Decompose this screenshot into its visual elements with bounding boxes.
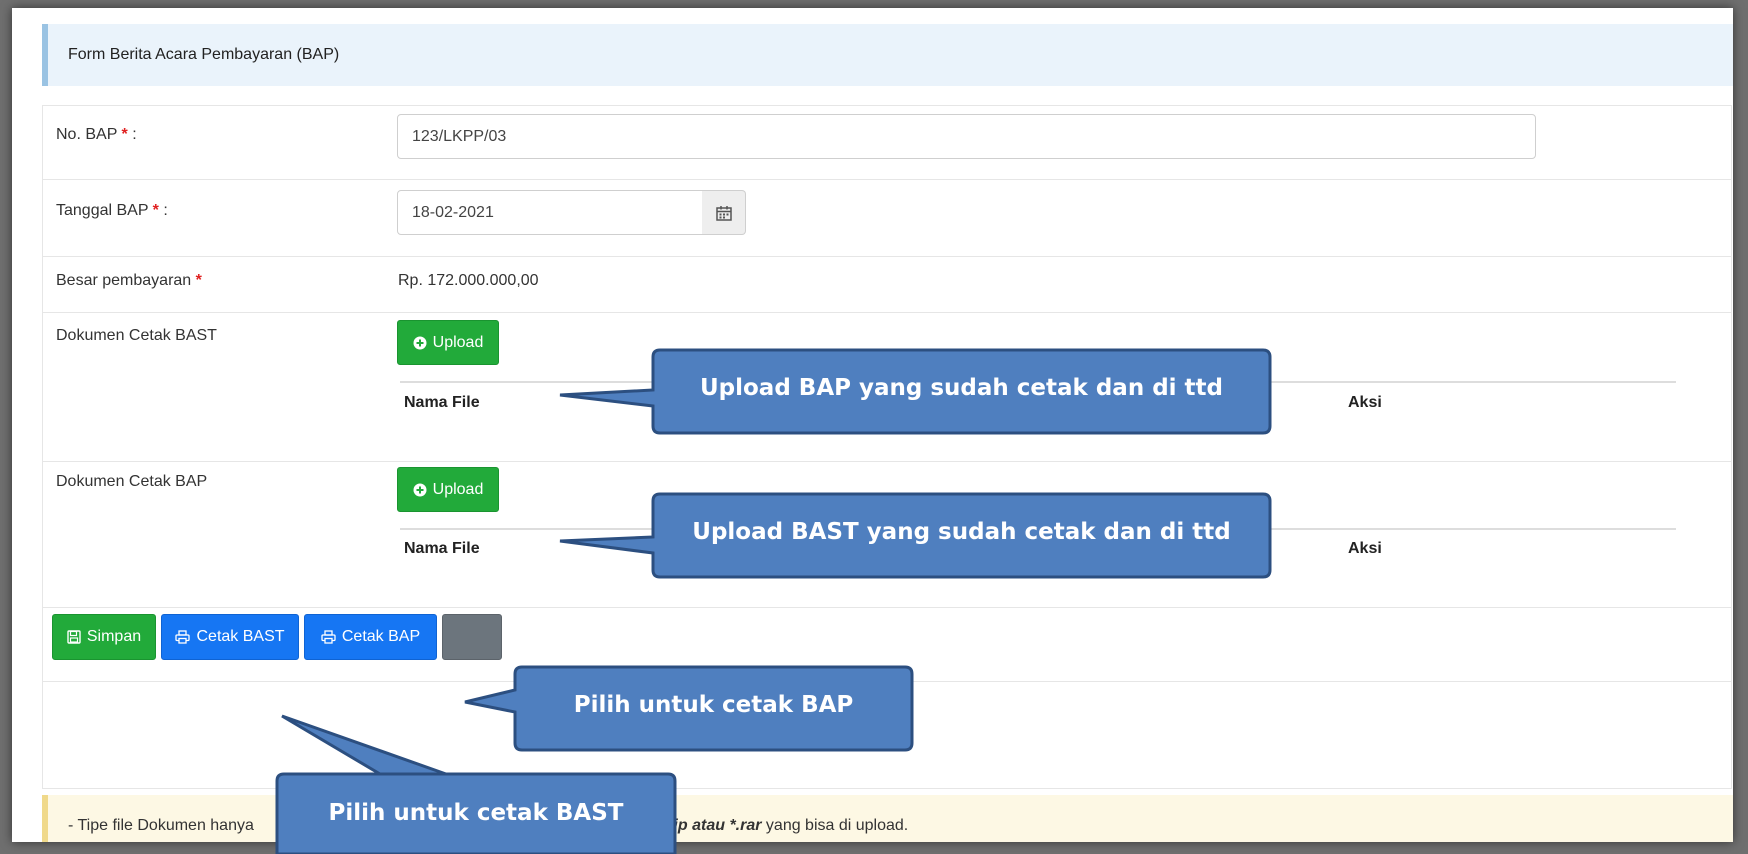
dokumen-bap-label: Dokumen Cetak BAP xyxy=(56,473,208,490)
callout-upload-bap-text: Upload BAP yang sudah cetak dan di ttd xyxy=(699,375,1224,401)
row-divider xyxy=(43,256,1731,257)
bast-col-nama-file: Nama File xyxy=(404,394,480,411)
dokumen-bast-label: Dokumen Cetak BAST xyxy=(56,327,217,344)
row-divider xyxy=(43,461,1731,462)
row-divider xyxy=(43,312,1731,313)
callout-upload-bast-text: Upload BAST yang sudah cetak dan di ttd xyxy=(692,519,1231,545)
floppy-disk-icon xyxy=(67,630,81,644)
plus-circle-icon xyxy=(413,483,427,496)
form-table xyxy=(42,105,1732,789)
besar-pembayaran-label: Besar pembayaran * xyxy=(56,272,202,289)
upload-bap-button[interactable]: Upload xyxy=(397,467,499,512)
row-divider xyxy=(43,681,1731,682)
cetak-bap-button[interactable]: Cetak BAP xyxy=(304,614,437,660)
callout-cetak-bast-text: Pilih untuk cetak BAST xyxy=(328,800,624,826)
notice-suffix: yang bisa di upload. xyxy=(761,817,909,834)
bast-col-aksi: Aksi xyxy=(1348,394,1382,411)
row-divider xyxy=(43,179,1731,180)
tanggal-bap-input[interactable]: 18-02-2021 xyxy=(397,190,703,235)
simpan-button[interactable]: Simpan xyxy=(52,614,156,660)
bap-col-nama-file: Nama File xyxy=(404,540,480,557)
no-bap-input[interactable]: 123/LKPP/03 xyxy=(397,114,1536,159)
callout-cetak-bap-text: Pilih untuk cetak BAP xyxy=(573,692,854,718)
printer-icon xyxy=(321,630,336,644)
required-mark: * xyxy=(195,272,202,289)
cetak-bast-button[interactable]: Cetak BAST xyxy=(161,614,299,660)
calendar-icon xyxy=(715,205,732,221)
form-title: Form Berita Acara Pembayaran (BAP) xyxy=(68,46,340,63)
calendar-button[interactable] xyxy=(702,190,746,235)
bap-col-aksi: Aksi xyxy=(1348,540,1382,557)
besar-pembayaran-value: Rp. 172.000.000,00 xyxy=(398,272,539,289)
no-bap-label: No. BAP * : xyxy=(56,126,137,143)
plus-circle-icon xyxy=(413,336,427,349)
row-divider xyxy=(43,607,1731,608)
secondary-button[interactable] xyxy=(442,614,502,660)
tanggal-bap-label: Tanggal BAP * : xyxy=(56,202,168,219)
upload-bast-button[interactable]: Upload xyxy=(397,320,499,365)
printer-icon xyxy=(175,630,191,644)
form-header: Form Berita Acara Pembayaran (BAP) xyxy=(42,24,1733,86)
notice-prefix: - Tipe file Dokumen hanya xyxy=(68,817,254,834)
